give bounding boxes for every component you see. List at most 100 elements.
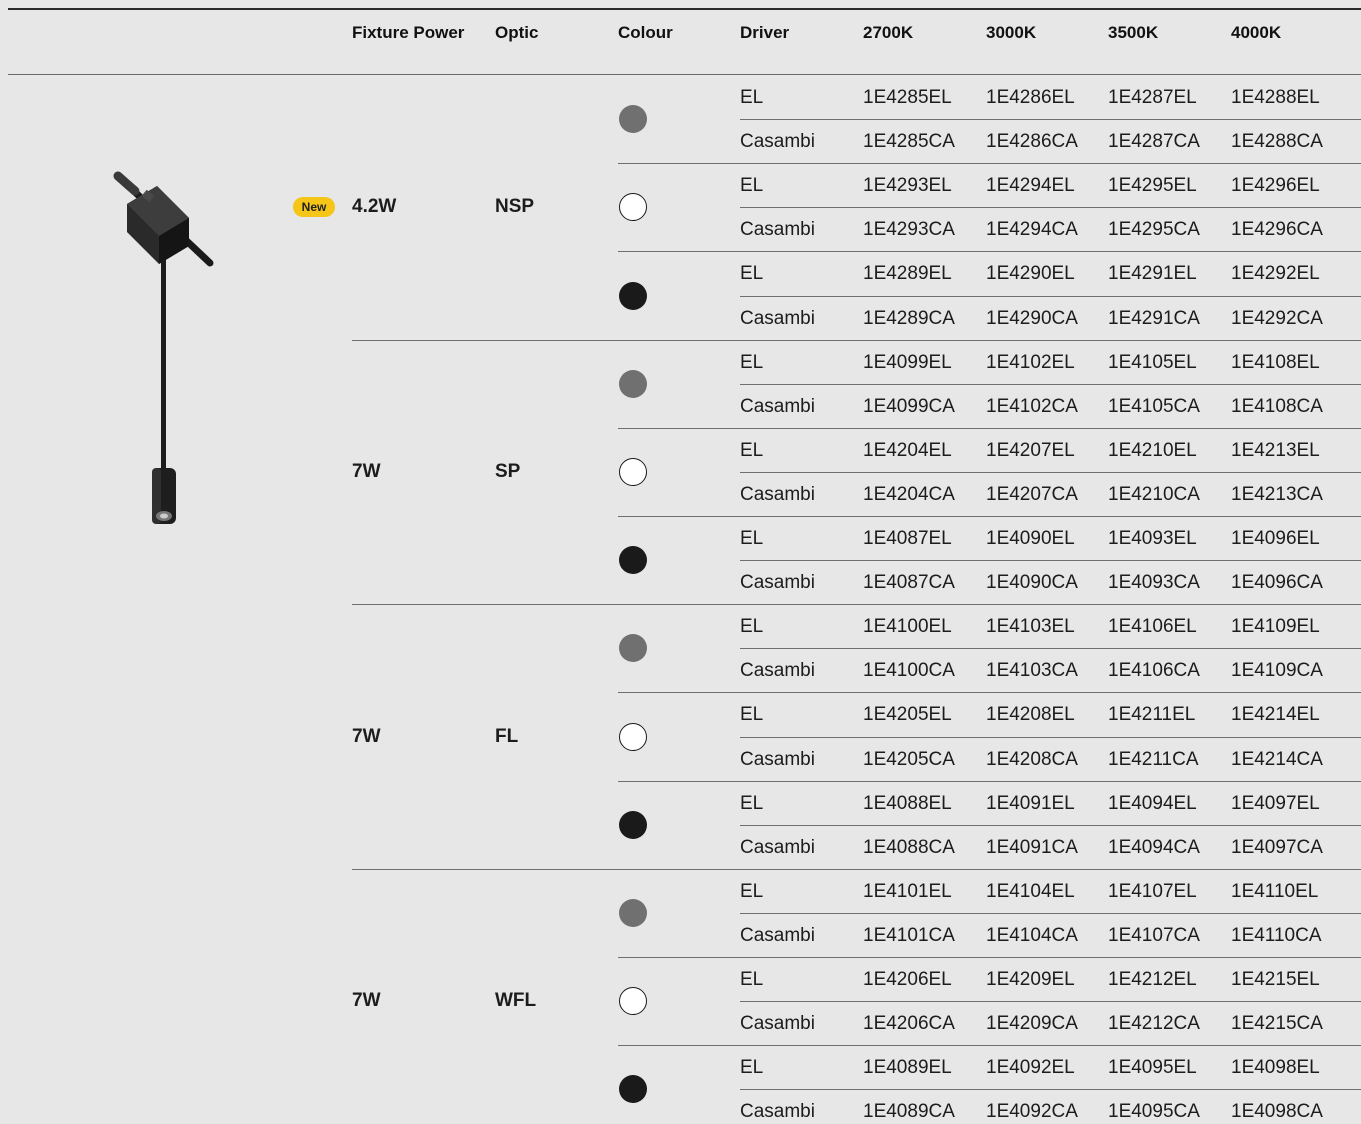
product-code-cell: 1E4292CA [1231, 307, 1323, 329]
row-divider [740, 383, 1361, 385]
row-divider [740, 736, 1361, 738]
white-colour-swatch [619, 193, 647, 222]
driver-cell: Casambi [740, 924, 815, 946]
driver-cell: EL [740, 704, 764, 726]
product-code-cell: 1E4105CA [1108, 395, 1200, 417]
product-code-cell: 1E4205EL [863, 704, 952, 726]
product-code-cell: 1E4285CA [863, 131, 955, 153]
product-code-cell: 1E4209EL [986, 969, 1075, 990]
white-colour-swatch [619, 987, 647, 1016]
grey-colour-swatch [619, 369, 647, 398]
optic-value: SP [495, 460, 521, 482]
product-code-cell: 1E4110EL [1231, 880, 1319, 902]
fixture-power-value: 4.2W [352, 196, 397, 218]
product-code-cell: 1E4211CA [1108, 748, 1199, 770]
product-code-cell: 1E4291CA [1108, 307, 1200, 329]
header-temp-3000k: 3000K [986, 23, 1037, 42]
header-optic: Optic [495, 23, 539, 42]
product-code-cell: 1E4098CA [1231, 1101, 1323, 1123]
driver-cell: EL [740, 1057, 764, 1079]
product-code-cell: 1E4103EL [986, 616, 1075, 638]
product-code-cell: 1E4206EL [863, 969, 952, 990]
table-top-rule [8, 8, 1361, 10]
product-code-cell: 1E4205CA [863, 748, 955, 770]
driver-cell: EL [740, 439, 764, 461]
product-code-cell: 1E4204EL [863, 439, 952, 461]
product-code-cell: 1E4088CA [863, 836, 955, 858]
row-divider [740, 912, 1361, 914]
product-code-cell: 1E4106CA [1108, 660, 1200, 682]
product-code-cell: 1E4285EL [863, 87, 952, 108]
black-colour-swatch [619, 1075, 647, 1104]
black-colour-swatch [619, 546, 647, 575]
driver-cell: Casambi [740, 131, 815, 153]
driver-cell: Casambi [740, 660, 815, 682]
colour-divider [618, 427, 1361, 429]
product-code-cell: 1E4296CA [1231, 219, 1323, 241]
product-code-cell: 1E4106EL [1108, 616, 1197, 638]
group-divider [352, 604, 1361, 606]
driver-cell: EL [740, 528, 764, 549]
product-code-cell: 1E4286EL [986, 87, 1075, 108]
driver-cell: EL [740, 175, 764, 197]
product-code-cell: 1E4100EL [863, 616, 952, 638]
product-code-cell: 1E4286CA [986, 131, 1078, 153]
product-code-cell: 1E4105EL [1108, 351, 1197, 373]
product-code-cell: 1E4213EL [1231, 439, 1320, 461]
group-divider [352, 868, 1361, 870]
product-code-cell: 1E4287CA [1108, 131, 1200, 153]
product-code-cell: 1E4207EL [986, 439, 1075, 461]
product-code-cell: 1E4108EL [1231, 351, 1320, 373]
product-code-cell: 1E4290CA [986, 307, 1078, 329]
driver-cell: Casambi [740, 572, 815, 594]
grey-colour-swatch [619, 898, 647, 927]
black-colour-swatch [619, 281, 647, 310]
product-code-cell: 1E4292EL [1231, 263, 1320, 285]
header-temp-4000k: 4000K [1231, 23, 1282, 42]
header-temp-2700k: 2700K [863, 23, 914, 42]
grey-colour-swatch [619, 105, 647, 134]
product-code-cell: 1E4288EL [1231, 87, 1320, 108]
product-code-cell: 1E4090EL [986, 528, 1075, 549]
driver-cell: Casambi [740, 307, 815, 329]
header-driver: Driver [740, 23, 790, 42]
driver-cell: Casambi [740, 748, 815, 770]
driver-cell: EL [740, 969, 764, 990]
product-code-cell: 1E4103CA [986, 660, 1078, 682]
product-code-cell: 1E4110CA [1231, 924, 1322, 946]
driver-cell: Casambi [740, 483, 815, 505]
product-code-cell: 1E4295EL [1108, 175, 1197, 197]
colour-divider [618, 163, 1361, 165]
product-code-cell: 1E4099CA [863, 395, 955, 417]
product-code-cell: 1E4090CA [986, 572, 1078, 594]
product-code-cell: 1E4088EL [863, 792, 952, 814]
white-colour-swatch [619, 722, 647, 751]
row-divider [740, 560, 1361, 562]
driver-cell: Casambi [740, 836, 815, 858]
product-code-cell: 1E4289EL [863, 263, 952, 285]
product-code-cell: 1E4095EL [1108, 1057, 1197, 1079]
product-code-cell: 1E4210CA [1108, 483, 1200, 505]
product-code-cell: 1E4287EL [1108, 87, 1197, 108]
product-code-cell: 1E4109CA [1231, 660, 1323, 682]
header-fixture-power: Fixture Power [352, 23, 465, 42]
product-code-cell: 1E4089CA [863, 1101, 955, 1123]
driver-cell: Casambi [740, 395, 815, 417]
product-code-cell: 1E4097EL [1231, 792, 1320, 814]
product-code-cell: 1E4102CA [986, 395, 1078, 417]
driver-cell: EL [740, 792, 764, 814]
row-divider [740, 207, 1361, 209]
header-temp-3500k: 3500K [1108, 23, 1159, 42]
row-divider [740, 295, 1361, 297]
product-code-cell: 1E4293CA [863, 219, 955, 241]
product-code-cell: 1E4293EL [863, 175, 952, 197]
product-code-cell: 1E4215CA [1231, 1013, 1323, 1035]
driver-cell: Casambi [740, 219, 815, 241]
colour-divider [618, 780, 1361, 782]
product-code-cell: 1E4092CA [986, 1101, 1078, 1123]
product-code-cell: 1E4089EL [863, 1057, 952, 1079]
new-badge: New [293, 197, 335, 217]
product-code-cell: 1E4094CA [1108, 836, 1200, 858]
driver-cell: EL [740, 616, 764, 638]
product-code-cell: 1E4094EL [1108, 792, 1197, 814]
